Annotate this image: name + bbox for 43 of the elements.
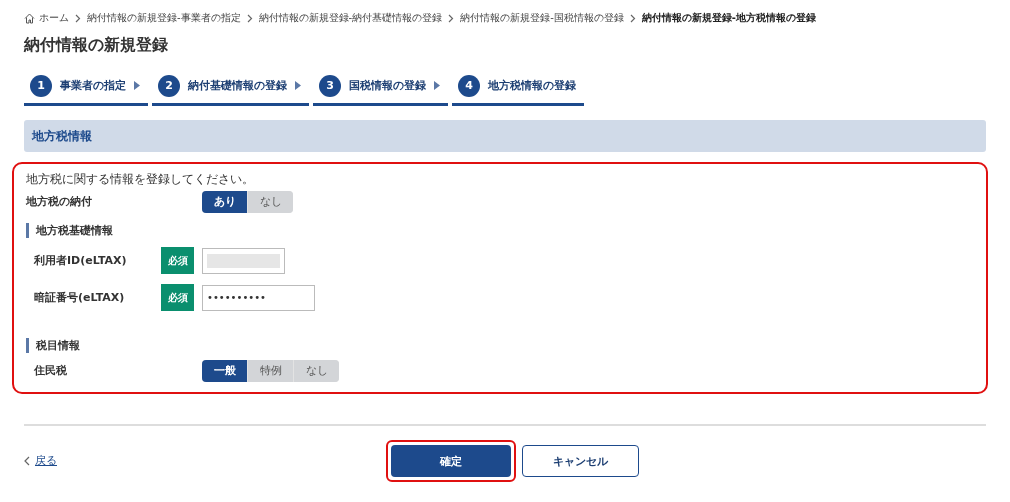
step-label: 地方税情報の登録 <box>488 78 576 93</box>
step-label: 国税情報の登録 <box>349 78 426 93</box>
back-link[interactable]: 戻る <box>35 453 57 468</box>
chevron-icon <box>75 13 81 23</box>
triangle-icon <box>434 81 440 90</box>
chevron-icon <box>246 13 253 23</box>
step-number: 1 <box>30 74 52 97</box>
password-field[interactable]: •••••••••• <box>202 284 315 311</box>
input-field[interactable] <box>202 247 285 274</box>
cancel-button[interactable]: キャンセル <box>522 445 639 477</box>
required-badge: 必須 <box>161 247 194 274</box>
breadcrumb-link[interactable]: ホーム <box>39 11 69 25</box>
breadcrumb-link[interactable]: 納付情報の新規登録-国税情報の登録 <box>460 11 624 25</box>
field-label: 暗証番号(eLTAX) <box>33 290 126 305</box>
chevron-left-icon <box>24 455 30 466</box>
toggle-option[interactable]: あり <box>202 190 247 213</box>
triangle-icon <box>134 81 140 90</box>
toggle-option[interactable]: なし <box>294 359 339 382</box>
chevron-icon <box>448 13 455 23</box>
toggle-option[interactable]: なし <box>248 190 293 213</box>
step-label: 事業者の指定 <box>60 78 126 93</box>
step-number: 4 <box>458 74 480 97</box>
subsection-heading: 税目情報 <box>26 338 974 353</box>
page-title: 納付情報の新規登録 <box>24 34 169 56</box>
field-label: 利用者ID(eLTAX) <box>33 253 128 268</box>
toggle-option[interactable]: 特例 <box>248 359 293 382</box>
step-label: 納付基礎情報の登録 <box>188 78 287 93</box>
instruction-text: 地方税に関する情報を登録してください。 <box>26 171 255 188</box>
home-icon <box>24 12 35 24</box>
triangle-icon <box>295 81 301 90</box>
subsection-heading: 地方税基礎情報 <box>26 223 974 238</box>
required-badge: 必須 <box>161 284 194 311</box>
field-label: 地方税の納付 <box>26 194 93 209</box>
toggle-option[interactable]: 一般 <box>202 359 247 382</box>
step-number: 2 <box>158 74 180 97</box>
field-label: 住民税 <box>33 363 68 378</box>
section-heading: 地方税情報 <box>24 120 986 152</box>
confirm-button[interactable]: 確定 <box>391 445 511 477</box>
step-number: 3 <box>319 74 341 97</box>
chevron-icon <box>629 13 636 23</box>
breadcrumb-link[interactable]: 納付情報の新規登録-事業者の指定 <box>87 11 241 25</box>
breadcrumb-link[interactable]: 納付情報の新規登録-納付基礎情報の登録 <box>258 11 443 25</box>
breadcrumb-current: 納付情報の新規登録-地方税情報の登録 <box>641 11 816 25</box>
